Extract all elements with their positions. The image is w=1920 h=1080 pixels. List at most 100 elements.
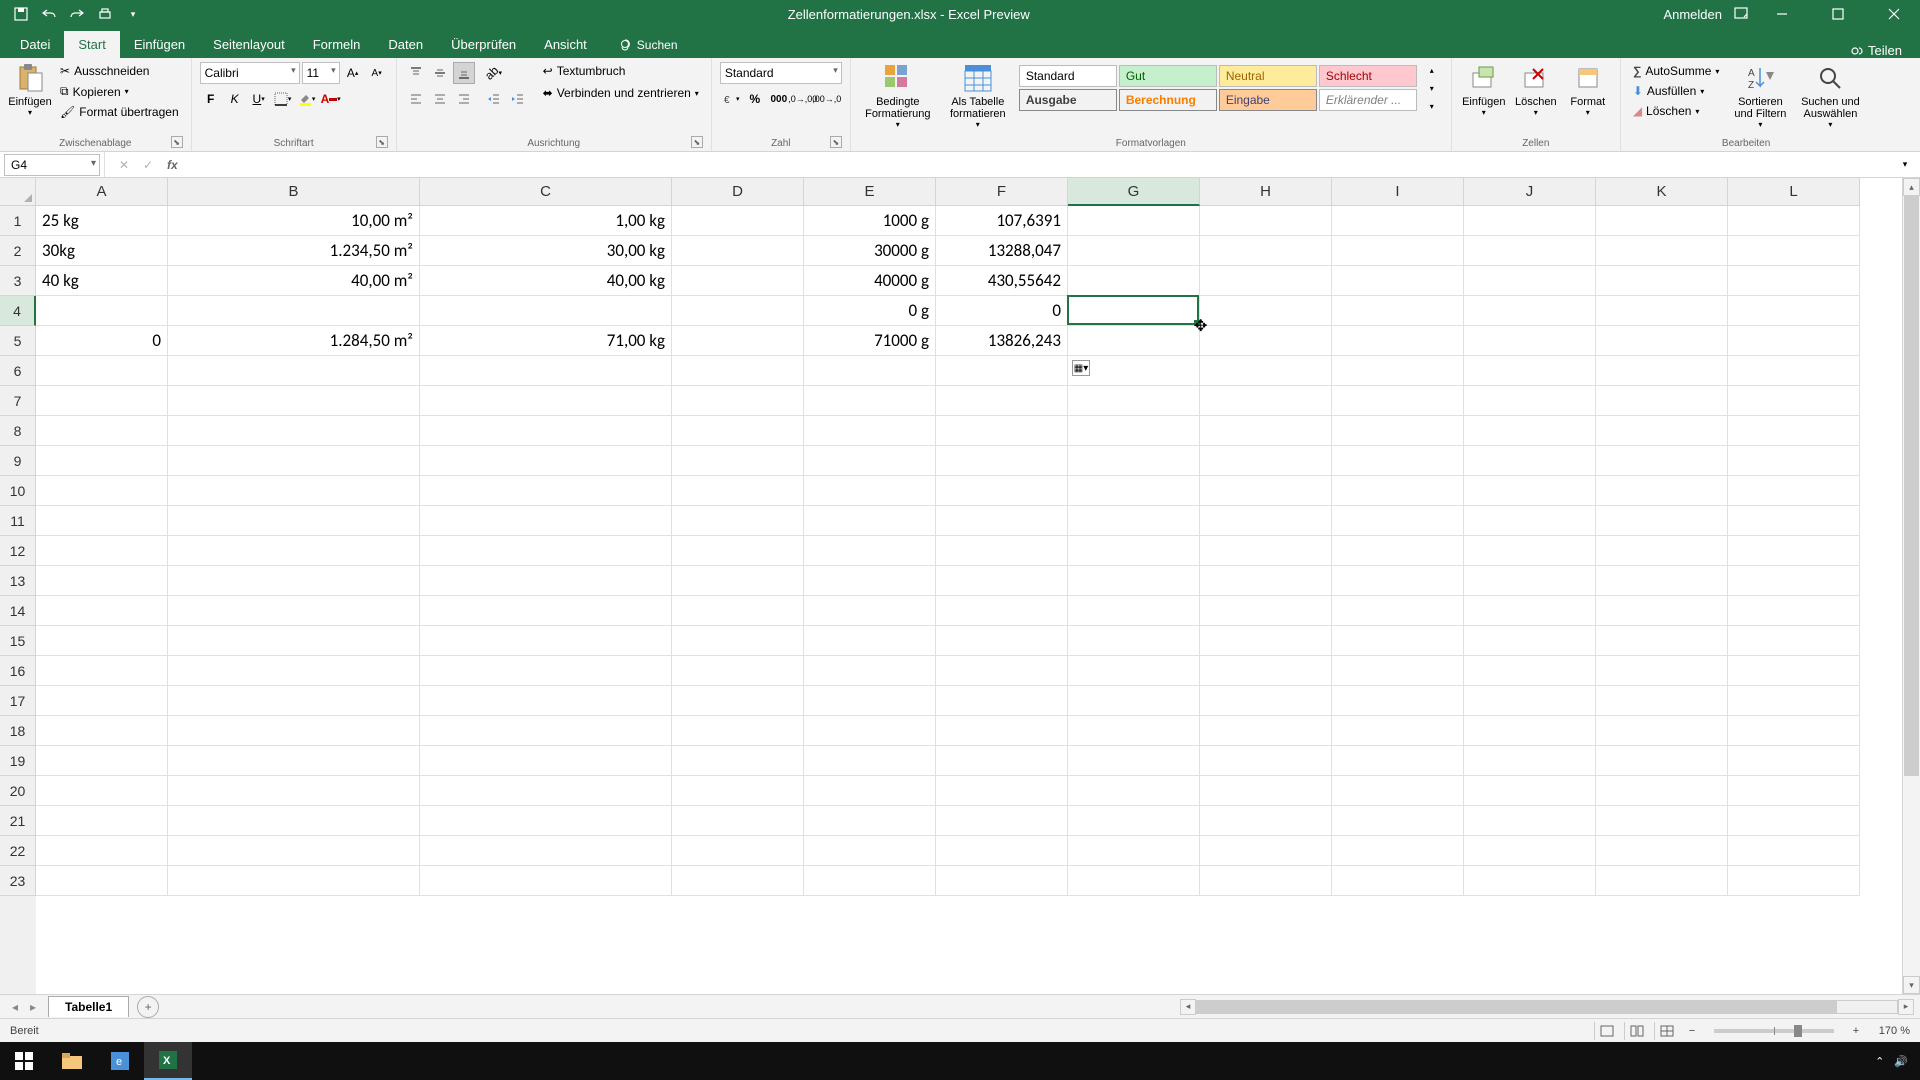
taskbar-browser-icon[interactable]: e bbox=[96, 1042, 144, 1080]
scroll-up-icon[interactable]: ▴ bbox=[1903, 178, 1920, 196]
cell-H23[interactable] bbox=[1200, 866, 1332, 896]
cell-D13[interactable] bbox=[672, 566, 804, 596]
sheet-nav-next-icon[interactable]: ▸ bbox=[24, 998, 42, 1016]
scroll-down-icon[interactable]: ▾ bbox=[1903, 976, 1920, 994]
cell-D20[interactable] bbox=[672, 776, 804, 806]
cell-I8[interactable] bbox=[1332, 416, 1464, 446]
cell-J23[interactable] bbox=[1464, 866, 1596, 896]
cell-A2[interactable]: 30kg bbox=[36, 236, 168, 266]
cell-E9[interactable] bbox=[804, 446, 936, 476]
column-header-A[interactable]: A bbox=[36, 178, 168, 206]
taskbar-excel-icon[interactable]: X bbox=[144, 1042, 192, 1080]
cell-F9[interactable] bbox=[936, 446, 1068, 476]
cell-G16[interactable] bbox=[1068, 656, 1200, 686]
cell-J1[interactable] bbox=[1464, 206, 1596, 236]
tray-volume-icon[interactable]: 🔊 bbox=[1894, 1055, 1908, 1068]
cell-D5[interactable] bbox=[672, 326, 804, 356]
cell-L11[interactable] bbox=[1728, 506, 1860, 536]
cell-L8[interactable] bbox=[1728, 416, 1860, 446]
cell-L22[interactable] bbox=[1728, 836, 1860, 866]
cell-B23[interactable] bbox=[168, 866, 420, 896]
format-as-table-button[interactable]: Als Tabelle formatieren▾ bbox=[941, 62, 1015, 129]
zoom-out-button[interactable]: − bbox=[1684, 1020, 1700, 1042]
vertical-scrollbar[interactable]: ▴ ▾ bbox=[1902, 178, 1920, 994]
cell-G12[interactable] bbox=[1068, 536, 1200, 566]
column-header-D[interactable]: D bbox=[672, 178, 804, 206]
cell-F3[interactable]: 430,55642 bbox=[936, 266, 1068, 296]
cell-I18[interactable] bbox=[1332, 716, 1464, 746]
cell-K1[interactable] bbox=[1596, 206, 1728, 236]
cell-B4[interactable] bbox=[168, 296, 420, 326]
styles-more[interactable]: ▾ bbox=[1421, 98, 1443, 114]
cell-K14[interactable] bbox=[1596, 596, 1728, 626]
cell-H8[interactable] bbox=[1200, 416, 1332, 446]
cell-L9[interactable] bbox=[1728, 446, 1860, 476]
row-header-13[interactable]: 13 bbox=[0, 566, 36, 596]
cell-A20[interactable] bbox=[36, 776, 168, 806]
cell-H17[interactable] bbox=[1200, 686, 1332, 716]
cell-I5[interactable] bbox=[1332, 326, 1464, 356]
cell-J21[interactable] bbox=[1464, 806, 1596, 836]
cell-A21[interactable] bbox=[36, 806, 168, 836]
cell-G14[interactable] bbox=[1068, 596, 1200, 626]
cell-I3[interactable] bbox=[1332, 266, 1464, 296]
cell-J6[interactable] bbox=[1464, 356, 1596, 386]
cell-L18[interactable] bbox=[1728, 716, 1860, 746]
cell-B3[interactable]: 40,00 m² bbox=[168, 266, 420, 296]
cell-I14[interactable] bbox=[1332, 596, 1464, 626]
cell-C7[interactable] bbox=[420, 386, 672, 416]
cell-E4[interactable]: 0 g bbox=[804, 296, 936, 326]
cell-B15[interactable] bbox=[168, 626, 420, 656]
cell-D6[interactable] bbox=[672, 356, 804, 386]
cell-D12[interactable] bbox=[672, 536, 804, 566]
cell-K19[interactable] bbox=[1596, 746, 1728, 776]
font-name-select[interactable] bbox=[200, 62, 300, 84]
cell-J18[interactable] bbox=[1464, 716, 1596, 746]
cell-J9[interactable] bbox=[1464, 446, 1596, 476]
cell-B21[interactable] bbox=[168, 806, 420, 836]
cell-D3[interactable] bbox=[672, 266, 804, 296]
cell-E23[interactable] bbox=[804, 866, 936, 896]
underline-button[interactable]: U▾ bbox=[248, 88, 270, 110]
cell-F20[interactable] bbox=[936, 776, 1068, 806]
sheet-tab-active[interactable]: Tabelle1 bbox=[48, 996, 129, 1017]
autosum-button[interactable]: ∑AutoSumme ▾ bbox=[1629, 62, 1724, 80]
row-header-2[interactable]: 2 bbox=[0, 236, 36, 266]
fill-button[interactable]: ⬇Ausfüllen ▾ bbox=[1629, 82, 1724, 100]
cell-I13[interactable] bbox=[1332, 566, 1464, 596]
cell-C3[interactable]: 40,00 kg bbox=[420, 266, 672, 296]
merge-center-button[interactable]: ⬌Verbinden und zentrieren ▾ bbox=[539, 84, 703, 102]
cell-K5[interactable] bbox=[1596, 326, 1728, 356]
autofill-options-icon[interactable]: ▦▾ bbox=[1072, 360, 1090, 376]
maximize-button[interactable] bbox=[1816, 0, 1860, 28]
cell-I1[interactable] bbox=[1332, 206, 1464, 236]
signin-link[interactable]: Anmelden bbox=[1663, 7, 1722, 22]
number-dialog-launcher[interactable]: ⬊ bbox=[830, 136, 842, 148]
accounting-format-icon[interactable]: €▾ bbox=[720, 88, 742, 110]
align-right-icon[interactable] bbox=[453, 88, 475, 110]
styles-scroll-up[interactable]: ▴ bbox=[1421, 62, 1443, 78]
cell-I11[interactable] bbox=[1332, 506, 1464, 536]
cell-E14[interactable] bbox=[804, 596, 936, 626]
row-header-3[interactable]: 3 bbox=[0, 266, 36, 296]
expand-formula-bar-icon[interactable]: ▾ bbox=[1894, 154, 1916, 176]
cell-A15[interactable] bbox=[36, 626, 168, 656]
name-box[interactable] bbox=[4, 154, 100, 176]
cell-G9[interactable] bbox=[1068, 446, 1200, 476]
fill-color-button[interactable]: ▾ bbox=[296, 88, 318, 110]
cell-C6[interactable] bbox=[420, 356, 672, 386]
cell-F11[interactable] bbox=[936, 506, 1068, 536]
cell-J10[interactable] bbox=[1464, 476, 1596, 506]
cell-L2[interactable] bbox=[1728, 236, 1860, 266]
find-select-button[interactable]: Suchen und Auswählen▾ bbox=[1797, 62, 1863, 129]
cell-J2[interactable] bbox=[1464, 236, 1596, 266]
cell-E2[interactable]: 30000 g bbox=[804, 236, 936, 266]
cell-D7[interactable] bbox=[672, 386, 804, 416]
add-sheet-button[interactable]: + bbox=[137, 996, 159, 1018]
cell-B22[interactable] bbox=[168, 836, 420, 866]
row-header-20[interactable]: 20 bbox=[0, 776, 36, 806]
font-dialog-launcher[interactable]: ⬊ bbox=[376, 136, 388, 148]
cell-G22[interactable] bbox=[1068, 836, 1200, 866]
cell-A1[interactable]: 25 kg bbox=[36, 206, 168, 236]
enter-formula-icon[interactable]: ✓ bbox=[137, 154, 159, 176]
